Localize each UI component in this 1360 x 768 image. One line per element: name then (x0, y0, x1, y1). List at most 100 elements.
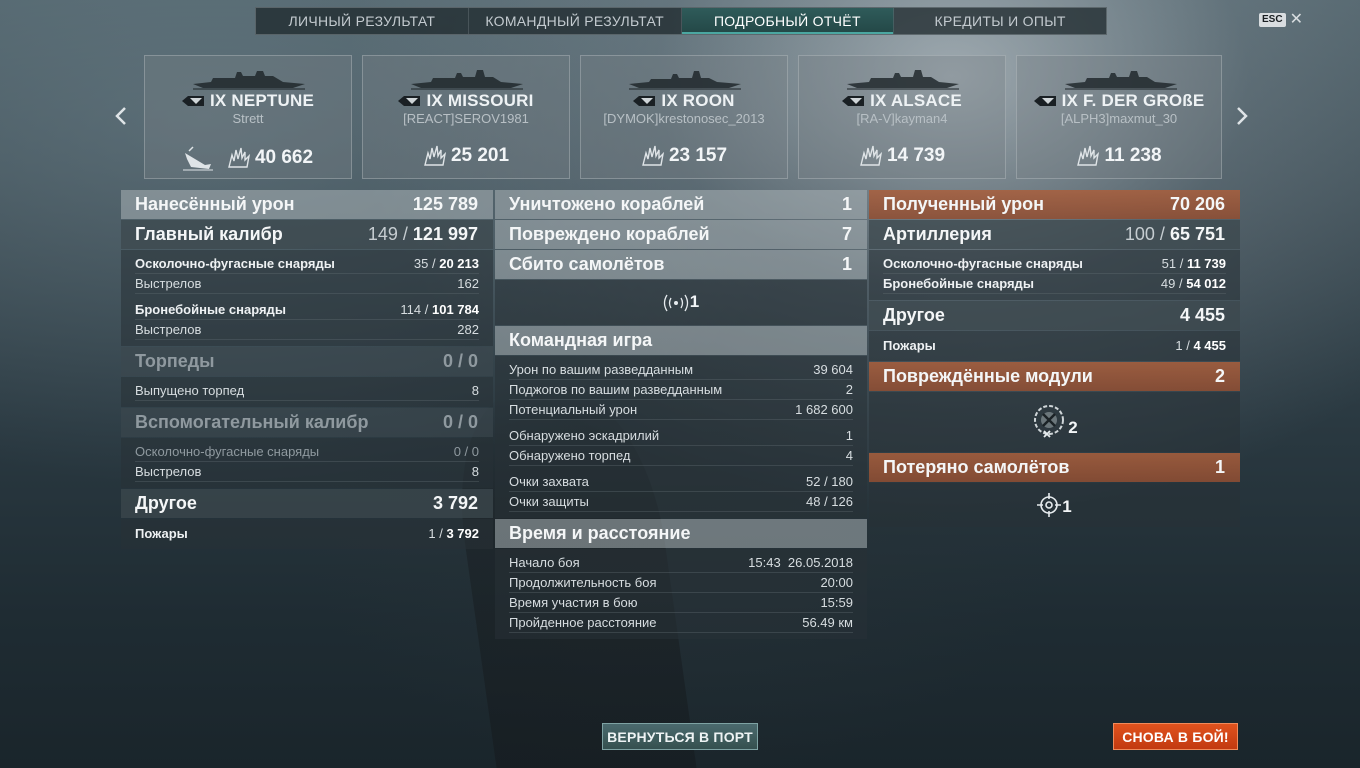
chevron-right-icon (1237, 107, 1248, 125)
defense-points-row: Очки защиты 48 / 126 (509, 492, 853, 512)
damaged-modules-count: 2 (1068, 418, 1078, 437)
tab-credits-xp[interactable]: КРЕДИТЫ И ОПЫТ (894, 8, 1106, 34)
squadrons-spotted-value: 1 (845, 428, 853, 443)
battle-start-time: 15:43 (748, 555, 781, 570)
other-damage-details: Пожары 1 / 3 792 (121, 519, 493, 549)
ship-name: IX NEPTUNE (209, 91, 315, 110)
received-other-header: Другое 4 455 (869, 301, 1240, 330)
received-he-value: 51 / 11 739 (1161, 256, 1226, 271)
fires-damage: 3 792 (446, 525, 479, 541)
capture-points-value: 52 / 180 (806, 474, 853, 489)
battleship-silhouette-icon (193, 71, 305, 90)
return-to-port-button[interactable]: ВЕРНУТЬСЯ В ПОРТ (602, 723, 758, 750)
dealt-damage-header: Нанесённый урон 125 789 (121, 190, 493, 219)
time-distance-header: Время и расстояние (495, 519, 867, 548)
lost-planes-icons: 1 (869, 483, 1240, 527)
close-icon[interactable]: ✕ (1290, 12, 1303, 28)
ship-name: IX ALSACE (870, 91, 962, 110)
shots-value: 8 (471, 464, 479, 479)
secondary-he-value: 0 / 0 (453, 444, 479, 459)
shots-value: 282 (457, 322, 479, 337)
battle-again-button[interactable]: СНОВА В БОЙ! (1113, 723, 1238, 750)
torpedoes-value: 0 / 0 (442, 351, 478, 371)
ap-shells-value: 114 / 101 784 (400, 302, 479, 317)
secondary-battery-label: Вспомогательный калибр (135, 412, 369, 432)
battle-start-label: Начало боя (509, 555, 580, 570)
artillery-damage: 65 751 (1169, 224, 1225, 244)
player-name: [RA-V]kayman4 (856, 111, 948, 126)
ship-name: IX F. DER GROßE (1061, 91, 1205, 110)
player-name: [DYMOK]krestonosec_2013 (603, 111, 765, 126)
he-shells-label: Осколочно-фугасные снаряды (135, 256, 335, 271)
torpedoes-spotted-label: Обнаружено торпед (509, 448, 631, 463)
ap-shells-hits: 114 (400, 302, 422, 317)
torpedoes-spotted-row: Обнаружено торпед 4 (509, 446, 853, 466)
torpedoes-fired-label: Выпущено торпед (135, 383, 245, 398)
fires-label: Пожары (135, 525, 188, 541)
distance-value: 56.49 км (802, 615, 853, 630)
battle-duration-label: Продолжительность боя (509, 575, 657, 590)
main-battery-header: Главный калибр 149 / 121 997 (121, 220, 493, 249)
damaged-modules-icons: 2 (869, 392, 1240, 452)
ship-class-icon (842, 96, 865, 106)
main-battery-hits: 149 (367, 224, 398, 244)
main-battery-details: Осколочно-фугасные снаряды 35 / 20 213 В… (121, 250, 493, 346)
ships-destroyed-label: Уничтожено кораблей (509, 194, 705, 214)
tab-bar: ЛИЧНЫЙ РЕЗУЛЬТАТ КОМАНДНЫЙ РЕЗУЛЬТАТ ПОД… (255, 7, 1107, 35)
received-ap-value: 49 / 54 012 (1160, 276, 1226, 291)
torpedoes-label: Торпеды (135, 351, 215, 371)
damaged-modules-header: Повреждённые модули 2 (869, 362, 1240, 391)
potential-damage-row: Потенциальный урон 1 682 600 (509, 400, 853, 420)
spotting-fires-value: 2 (845, 382, 853, 397)
artillery-hits: 100 (1124, 224, 1155, 244)
battle-duration-row: Продолжительность боя 20:00 (509, 573, 853, 593)
defense-points-value: 48 / 126 (806, 494, 853, 509)
dealt-damage-label: Нанесённый урон (135, 194, 295, 214)
received-other-details: Пожары 1 / 4 455 (869, 331, 1240, 361)
ship-card-roon[interactable]: IX ROON [DYMOK]krestonosec_2013 23 157 (580, 55, 788, 179)
planes-shot-label: Сбито самолётов (509, 254, 665, 274)
fires-row: Пожары 1 / 3 792 (135, 523, 479, 543)
received-ap-hits: 49 (1160, 276, 1176, 291)
ship-card-friedrich-der-grosse[interactable]: IX F. DER GROßE [ALPH3]maxmut_30 11 238 (1016, 55, 1222, 179)
cruiser-silhouette-icon (629, 71, 741, 90)
ship-card-missouri[interactable]: IX MISSOURI [REACT]SEROV1981 25 201 (362, 55, 570, 179)
damage-icon (424, 145, 447, 166)
battle-start-date: 26.05.2018 (787, 555, 853, 570)
close-control[interactable]: ESC ✕ (1259, 12, 1303, 28)
damage-score: 14 739 (886, 145, 946, 166)
damage-icon (228, 147, 251, 168)
kills-panel: Уничтожено кораблей 1 Повреждено корабле… (495, 190, 867, 640)
planes-shot-header: Сбито самолётов 1 (495, 250, 867, 279)
shots-value: 162 (457, 276, 479, 291)
tab-detailed-report[interactable]: ПОДРОБНЫЙ ОТЧЁТ (681, 8, 895, 34)
he-shells-value: 35 / 20 213 (413, 256, 479, 271)
torpedoes-fired-value: 8 (471, 383, 479, 398)
ships-damaged-value: 7 (841, 224, 852, 244)
tab-team-result[interactable]: КОМАНДНЫЙ РЕЗУЛЬТАТ (469, 8, 682, 34)
ship-card-alsace[interactable]: IX ALSACE [RA-V]kayman4 14 739 (798, 55, 1006, 179)
radio-count: 1 (689, 292, 700, 311)
damage-icon (860, 145, 883, 166)
chevron-left-icon (115, 107, 126, 125)
ship-class-icon (1033, 96, 1056, 106)
dealt-damage-value: 125 789 (412, 194, 478, 214)
artillery-value: 100 / 65 751 (1124, 224, 1225, 244)
received-damage-label: Полученный урон (883, 194, 1044, 214)
capture-points-label: Очки захвата (509, 474, 589, 489)
lost-planes-count: 1 (1062, 497, 1072, 516)
damaged-module-icon (1034, 405, 1065, 438)
damage-score: 25 201 (450, 145, 510, 166)
torpedoes-fired-row: Выпущено торпед 8 (135, 381, 479, 401)
shots-label: Выстрелов (135, 276, 202, 291)
battle-duration-value: 20:00 (820, 575, 853, 590)
ship-class-icon (633, 96, 656, 106)
tab-personal-result[interactable]: ЛИЧНЫЙ РЕЗУЛЬТАТ (256, 8, 469, 34)
ship-card-neptune[interactable]: IX NEPTUNE Strett 40 662 (144, 55, 352, 179)
player-name: [ALPH3]maxmut_30 (1060, 111, 1178, 126)
torpedoes-details: Выпущено торпед 8 (121, 377, 493, 407)
next-ships-arrow[interactable] (1234, 104, 1250, 128)
ships-destroyed-value: 1 (841, 194, 852, 214)
time-distance-details: Начало боя 15:43 26.05.2018 Продолжитель… (495, 549, 867, 639)
previous-ships-arrow[interactable] (113, 104, 129, 128)
